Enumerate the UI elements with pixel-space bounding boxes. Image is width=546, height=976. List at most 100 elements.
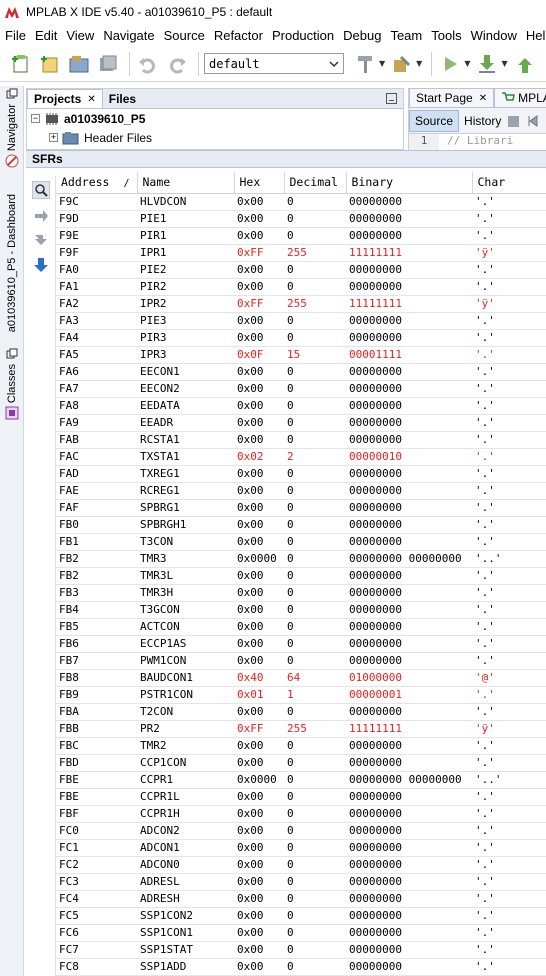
cell-hex[interactable]: 0x0F (234, 346, 284, 364)
build-hammer-button[interactable] (352, 51, 378, 77)
cell-decimal[interactable]: 0 (284, 414, 346, 432)
cell-decimal[interactable]: 0 (284, 737, 346, 755)
cell-hex[interactable]: 0x00 (234, 618, 284, 636)
table-row[interactable]: FB4 T3GCON 0x00 0 00000000 '.' (56, 601, 546, 619)
table-row[interactable]: FC2 ADCON0 0x00 0 00000000 '.' (56, 856, 546, 874)
code-area[interactable]: 1 // Librari (409, 134, 546, 150)
cell-decimal[interactable]: 255 (284, 244, 346, 262)
cell-char[interactable]: '.' (472, 873, 546, 891)
cell-char[interactable]: '.' (472, 788, 546, 806)
cell-hex[interactable]: 0x00 (234, 652, 284, 670)
table-row[interactable]: FA1 PIR2 0x00 0 00000000 '.' (56, 278, 546, 296)
cell-char[interactable]: '.' (472, 533, 546, 551)
cell-hex[interactable]: 0x01 (234, 686, 284, 704)
cell-hex[interactable]: 0x00 (234, 822, 284, 840)
cell-hex[interactable]: 0x00 (234, 635, 284, 653)
program-device-button[interactable] (474, 51, 500, 77)
cell-char[interactable]: '.' (472, 210, 546, 228)
column-header-decimal[interactable]: Decimal (284, 172, 347, 194)
table-row[interactable]: FA8 EEDATA 0x00 0 00000000 '.' (56, 397, 546, 415)
column-header-name[interactable]: Name (137, 172, 235, 194)
cell-decimal[interactable]: 0 (284, 907, 346, 925)
cell-hex[interactable]: 0x00 (234, 737, 284, 755)
read-device-button[interactable] (512, 51, 538, 77)
cell-binary[interactable]: 00000000 (346, 737, 472, 755)
table-row[interactable]: FB9 PSTR1CON 0x01 1 00000001 '.' (56, 686, 546, 704)
cell-binary[interactable]: 01000000 (346, 669, 472, 687)
table-row[interactable]: FBE CCPR1 0x0000 0 00000000 00000000 '..' (56, 771, 546, 789)
cell-binary[interactable]: 00000000 (346, 227, 472, 245)
dropdown-arrow-icon[interactable]: ▼ (501, 59, 507, 68)
cell-hex[interactable]: 0xFF (234, 244, 284, 262)
sfr-arrow-up-button[interactable] (30, 204, 52, 226)
cell-hex[interactable]: 0x00 (234, 754, 284, 772)
table-row[interactable]: FAE RCREG1 0x00 0 00000000 '.' (56, 482, 546, 500)
cell-hex[interactable]: 0x00 (234, 210, 284, 228)
cell-binary[interactable]: 00000000 (346, 363, 472, 381)
cell-char[interactable]: '.' (472, 601, 546, 619)
table-row[interactable]: FAB RCSTA1 0x00 0 00000000 '.' (56, 431, 546, 449)
cell-char[interactable]: '.' (472, 567, 546, 585)
cell-char[interactable]: '.' (472, 584, 546, 602)
cell-hex[interactable]: 0x00 (234, 941, 284, 959)
cell-binary[interactable]: 00000000 (346, 499, 472, 517)
cell-decimal[interactable]: 0 (284, 431, 346, 449)
cell-hex[interactable]: 0x00 (234, 465, 284, 483)
table-row[interactable]: F9E PIR1 0x00 0 00000000 '.' (56, 227, 546, 245)
table-row[interactable]: F9F IPR1 0xFF 255 11111111'ÿ' (56, 244, 546, 262)
cell-hex[interactable]: 0x00 (234, 516, 284, 534)
cell-decimal[interactable]: 0 (284, 856, 346, 874)
cell-hex[interactable]: 0x00 (234, 329, 284, 347)
cell-decimal[interactable]: 0 (284, 329, 346, 347)
cell-hex[interactable]: 0x00 (234, 567, 284, 585)
cell-char[interactable]: '.' (472, 346, 546, 364)
cell-char[interactable]: '.' (472, 941, 546, 959)
cell-char[interactable]: '.' (472, 737, 546, 755)
close-icon[interactable]: ✕ (87, 94, 95, 105)
cell-binary[interactable]: 00000000 (346, 941, 472, 959)
cell-char[interactable]: '..' (472, 771, 546, 789)
cell-char[interactable]: '.' (472, 380, 546, 398)
cell-decimal[interactable]: 15 (284, 346, 346, 364)
cell-hex[interactable]: 0x0000 (234, 550, 284, 568)
cell-decimal[interactable]: 0 (284, 312, 346, 330)
cell-char[interactable]: '.' (472, 448, 546, 466)
cell-binary[interactable]: 00000000 (346, 839, 472, 857)
cell-hex[interactable]: 0x00 (234, 805, 284, 823)
cell-char[interactable]: '.' (472, 414, 546, 432)
cell-binary[interactable]: 00000000 (346, 312, 472, 330)
save-all-button[interactable] (95, 51, 121, 77)
cell-binary[interactable]: 00000000 (346, 754, 472, 772)
cell-hex[interactable]: 0xFF (234, 295, 284, 313)
cell-char[interactable]: '.' (472, 261, 546, 279)
redo-button[interactable] (164, 51, 190, 77)
table-row[interactable]: FA7 EECON2 0x00 0 00000000 '.' (56, 380, 546, 398)
cell-binary[interactable]: 00000000 (346, 856, 472, 874)
cell-binary[interactable]: 00000000 (346, 635, 472, 653)
cell-decimal[interactable]: 0 (284, 618, 346, 636)
cell-hex[interactable]: 0x00 (234, 482, 284, 500)
cell-hex[interactable]: 0x00 (234, 703, 284, 721)
cell-hex[interactable]: 0x02 (234, 448, 284, 466)
cell-hex[interactable]: 0x00 (234, 363, 284, 381)
table-row[interactable]: FA6 EECON1 0x00 0 00000000 '.' (56, 363, 546, 381)
cell-decimal[interactable]: 0 (284, 635, 346, 653)
cell-binary[interactable]: 00000000 (346, 567, 472, 585)
table-row[interactable]: FB0 SPBRGH1 0x00 0 00000000 '.' (56, 516, 546, 534)
classes-tab[interactable]: Classes (2, 348, 22, 420)
table-row[interactable]: FAD TXREG1 0x00 0 00000000 '.' (56, 465, 546, 483)
cell-decimal[interactable]: 0 (284, 771, 346, 789)
cell-char[interactable]: '.' (472, 686, 546, 704)
cell-char[interactable]: 'ÿ' (472, 720, 546, 738)
tab-projects[interactable]: Projects ✕ (27, 89, 103, 108)
cell-char[interactable]: '.' (472, 278, 546, 296)
cell-binary[interactable]: 00000000 (346, 788, 472, 806)
cell-binary[interactable]: 00000000 (346, 482, 472, 500)
cell-decimal[interactable]: 0 (284, 754, 346, 772)
table-row[interactable]: FB2 TMR3L 0x00 0 00000000 '.' (56, 567, 546, 585)
undo-button[interactable] (135, 51, 161, 77)
table-row[interactable]: FA5 IPR3 0x0F 15 00001111 '.' (56, 346, 546, 364)
cell-binary[interactable]: 00000000 (346, 414, 472, 432)
table-row[interactable]: FC3 ADRESL 0x00 0 00000000 '.' (56, 873, 546, 891)
back-icon[interactable] (526, 113, 540, 129)
